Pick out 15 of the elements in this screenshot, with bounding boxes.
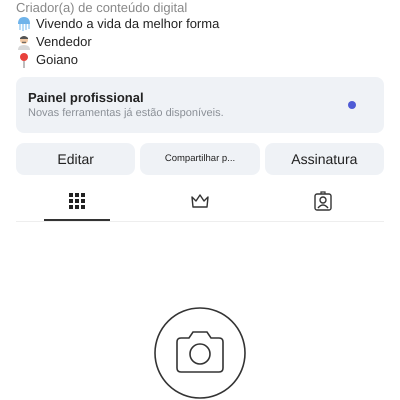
panel-subtitle: Novas ferramentas já estão disponíveis. <box>28 106 224 120</box>
bio-text: Vendedor <box>36 33 92 51</box>
person-card-icon <box>312 191 333 211</box>
profile-button[interactable]: Editar <box>16 143 136 175</box>
profile-button[interactable]: Assinatura <box>264 143 384 175</box>
profile-button[interactable]: Compartilhar p... <box>140 143 260 175</box>
bio-text: Goiano <box>36 51 78 69</box>
man-icon <box>16 34 32 50</box>
jellyfish-icon <box>16 16 32 32</box>
category-text: Criador(a) de conteúdo digital <box>16 0 188 15</box>
grid-icon <box>67 191 88 211</box>
panel-title: Painel profissional <box>28 90 145 106</box>
camera-icon <box>153 306 247 400</box>
professional-panel[interactable]: Painel profissional Novas ferramentas já estão disponíveis. <box>16 77 384 133</box>
bio-text: Vivendo a vida da melhor forma <box>36 15 220 33</box>
